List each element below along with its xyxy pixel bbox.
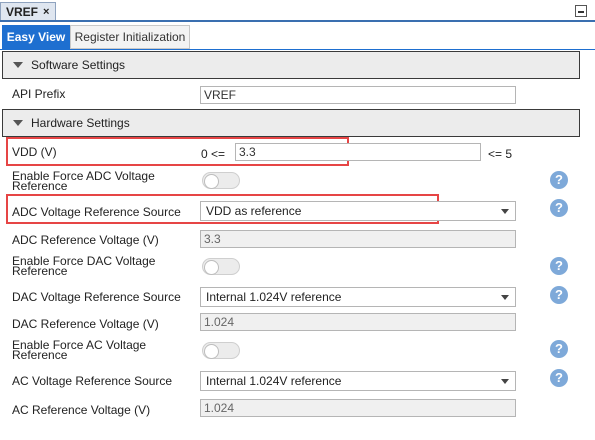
collapse-triangle-icon (13, 62, 23, 68)
api-prefix-input[interactable]: VREF (200, 86, 516, 104)
help-icon-force-ac[interactable]: ? (550, 340, 568, 358)
ac-source-value: Internal 1.024V reference (206, 374, 342, 388)
help-icon-ac-source[interactable]: ? (550, 369, 568, 387)
adc-source-value: VDD as reference (206, 204, 302, 218)
tab-easy-view[interactable]: Easy View (2, 25, 70, 49)
help-icon-force-adc[interactable]: ? (550, 171, 568, 189)
window-tab-title: VREF (6, 4, 39, 19)
tab-register-initialization[interactable]: Register Initialization (70, 25, 190, 49)
force-dac-label-line2: Reference (12, 264, 68, 278)
ac-voltage-label: AC Reference Voltage (V) (12, 403, 151, 417)
vdd-label: VDD (V) (12, 145, 57, 159)
dac-voltage-label: DAC Reference Voltage (V) (12, 317, 159, 331)
tab-underline (0, 49, 595, 50)
section-title: Hardware Settings (31, 116, 130, 130)
collapse-triangle-icon (13, 120, 23, 126)
close-icon[interactable]: × (43, 6, 49, 18)
vdd-input[interactable]: 3.3 (235, 143, 481, 161)
vdd-min-label: 0 <= (201, 147, 226, 161)
adc-source-select[interactable]: VDD as reference (200, 201, 516, 221)
dac-voltage-field: 1.024 (200, 313, 516, 331)
section-title: Software Settings (31, 58, 126, 72)
ac-source-select[interactable]: Internal 1.024V reference (200, 371, 516, 391)
minimize-icon[interactable] (575, 5, 587, 17)
help-icon-force-dac[interactable]: ? (550, 257, 568, 275)
window-tab-underline (0, 20, 595, 22)
force-dac-toggle[interactable] (202, 258, 240, 275)
force-adc-label-line2: Reference (12, 179, 68, 193)
vdd-max-label: <= 5 (488, 147, 513, 161)
dropdown-arrow-icon (501, 379, 509, 384)
window-tab-vref[interactable]: VREF × (0, 2, 56, 20)
ac-voltage-field: 1.024 (200, 399, 516, 417)
dac-source-value: Internal 1.024V reference (206, 290, 342, 304)
force-adc-toggle[interactable] (202, 172, 240, 189)
api-prefix-label: API Prefix (12, 87, 66, 101)
help-icon-adc-source[interactable]: ? (550, 199, 568, 217)
adc-voltage-label: ADC Reference Voltage (V) (12, 233, 159, 247)
help-icon-dac-source[interactable]: ? (550, 286, 568, 304)
dac-source-select[interactable]: Internal 1.024V reference (200, 287, 516, 307)
section-software-settings[interactable]: Software Settings (2, 51, 580, 79)
dropdown-arrow-icon (501, 295, 509, 300)
section-hardware-settings[interactable]: Hardware Settings (2, 109, 580, 137)
force-ac-label-line2: Reference (12, 348, 68, 362)
adc-source-label: ADC Voltage Reference Source (12, 205, 181, 219)
force-ac-toggle[interactable] (202, 342, 240, 359)
dac-source-label: DAC Voltage Reference Source (12, 290, 181, 304)
ac-source-label: AC Voltage Reference Source (12, 374, 173, 388)
adc-voltage-field: 3.3 (200, 230, 516, 248)
dropdown-arrow-icon (501, 209, 509, 214)
